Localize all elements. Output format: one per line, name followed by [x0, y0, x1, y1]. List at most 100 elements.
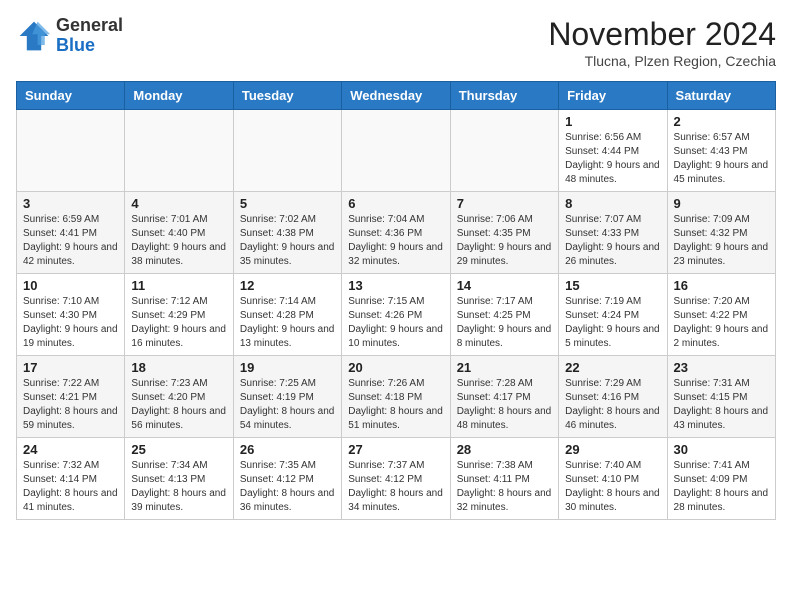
day-number: 22: [565, 360, 660, 375]
page-header: General Blue November 2024 Tlucna, Plzen…: [16, 16, 776, 69]
day-number: 17: [23, 360, 118, 375]
calendar-cell: 7 Sunrise: 7:06 AMSunset: 4:35 PMDaylight…: [450, 192, 558, 274]
calendar-cell: 25Sunrise: 7:34 AMSunset: 4:13 PMDayligh…: [125, 438, 233, 520]
day-info: Sunrise: 7:02 AMSunset: 4:38 PMDaylight:…: [240, 213, 335, 269]
calendar-week-1: 1 Sunrise: 6:56 AMSunset: 4:44 PMDaylight…: [17, 110, 776, 192]
day-info: Sunrise: 7:37 AMSunset: 4:12 PMDaylight:…: [348, 459, 443, 515]
day-info: Sunrise: 7:15 AMSunset: 4:26 PMDaylight:…: [348, 295, 443, 351]
logo-text: General Blue: [56, 16, 123, 56]
day-info: Sunrise: 6:59 AMSunset: 4:41 PMDaylight:…: [23, 213, 118, 269]
calendar-cell: [17, 110, 125, 192]
day-info: Sunrise: 7:06 AMSunset: 4:35 PMDaylight:…: [457, 213, 552, 269]
day-info: Sunrise: 7:41 AMSunset: 4:09 PMDaylight:…: [674, 459, 769, 515]
calendar-cell: 24 Sunrise: 7:32 AMSunset: 4:14 PMDayligh…: [17, 438, 125, 520]
calendar-cell: 9Sunrise: 7:09 AMSunset: 4:32 PMDaylight…: [667, 192, 775, 274]
calendar-cell: 5 Sunrise: 7:02 AMSunset: 4:38 PMDaylight…: [233, 192, 341, 274]
day-number: 25: [131, 442, 226, 457]
header-monday: Monday: [125, 82, 233, 110]
calendar-cell: 13 Sunrise: 7:15 AMSunset: 4:26 PMDayligh…: [342, 274, 450, 356]
calendar-cell: 26Sunrise: 7:35 AMSunset: 4:12 PMDayligh…: [233, 438, 341, 520]
day-info: Sunrise: 7:17 AMSunset: 4:25 PMDaylight:…: [457, 295, 552, 351]
calendar-cell: 6 Sunrise: 7:04 AMSunset: 4:36 PMDaylight…: [342, 192, 450, 274]
header-saturday: Saturday: [667, 82, 775, 110]
calendar-cell: 3 Sunrise: 6:59 AMSunset: 4:41 PMDaylight…: [17, 192, 125, 274]
day-info: Sunrise: 7:40 AMSunset: 4:10 PMDaylight:…: [565, 459, 660, 515]
day-info: Sunrise: 7:12 AMSunset: 4:29 PMDaylight:…: [131, 295, 226, 351]
calendar-week-2: 3 Sunrise: 6:59 AMSunset: 4:41 PMDaylight…: [17, 192, 776, 274]
calendar-table: Sunday Monday Tuesday Wednesday Thursday…: [16, 81, 776, 520]
day-number: 16: [674, 278, 769, 293]
day-number: 20: [348, 360, 443, 375]
calendar-cell: 14 Sunrise: 7:17 AMSunset: 4:25 PMDayligh…: [450, 274, 558, 356]
day-number: 19: [240, 360, 335, 375]
calendar-cell: [233, 110, 341, 192]
calendar-week-3: 10 Sunrise: 7:10 AMSunset: 4:30 PMDayligh…: [17, 274, 776, 356]
day-info: Sunrise: 7:07 AMSunset: 4:33 PMDaylight:…: [565, 213, 660, 269]
day-info: Sunrise: 7:26 AMSunset: 4:18 PMDaylight:…: [348, 377, 443, 433]
calendar-cell: 10 Sunrise: 7:10 AMSunset: 4:30 PMDayligh…: [17, 274, 125, 356]
calendar-cell: 16 Sunrise: 7:20 AMSunset: 4:22 PMDayligh…: [667, 274, 775, 356]
calendar-cell: 12 Sunrise: 7:14 AMSunset: 4:28 PMDayligh…: [233, 274, 341, 356]
day-number: 9: [674, 196, 769, 211]
calendar-cell: 23 Sunrise: 7:31 AMSunset: 4:15 PMDayligh…: [667, 356, 775, 438]
day-number: 5: [240, 196, 335, 211]
day-info: Sunrise: 6:56 AMSunset: 4:44 PMDaylight:…: [565, 131, 660, 187]
calendar-cell: 17 Sunrise: 7:22 AMSunset: 4:21 PMDayligh…: [17, 356, 125, 438]
day-info: Sunrise: 7:28 AMSunset: 4:17 PMDaylight:…: [457, 377, 552, 433]
day-number: 13: [348, 278, 443, 293]
day-number: 7: [457, 196, 552, 211]
day-info: Sunrise: 7:14 AMSunset: 4:28 PMDaylight:…: [240, 295, 335, 351]
logo-blue: Blue: [56, 36, 123, 56]
day-number: 27: [348, 442, 443, 457]
day-number: 23: [674, 360, 769, 375]
calendar-cell: [125, 110, 233, 192]
day-info: Sunrise: 7:20 AMSunset: 4:22 PMDaylight:…: [674, 295, 769, 351]
calendar-cell: 29 Sunrise: 7:40 AMSunset: 4:10 PMDayligh…: [559, 438, 667, 520]
calendar-subtitle: Tlucna, Plzen Region, Czechia: [548, 53, 776, 69]
day-info: Sunrise: 7:32 AMSunset: 4:14 PMDaylight:…: [23, 459, 118, 515]
day-number: 24: [23, 442, 118, 457]
day-info: Sunrise: 7:35 AMSunset: 4:12 PMDaylight:…: [240, 459, 335, 515]
day-info: Sunrise: 7:10 AMSunset: 4:30 PMDaylight:…: [23, 295, 118, 351]
day-number: 4: [131, 196, 226, 211]
day-number: 15: [565, 278, 660, 293]
day-info: Sunrise: 7:04 AMSunset: 4:36 PMDaylight:…: [348, 213, 443, 269]
calendar-cell: 27 Sunrise: 7:37 AMSunset: 4:12 PMDayligh…: [342, 438, 450, 520]
day-number: 3: [23, 196, 118, 211]
day-number: 8: [565, 196, 660, 211]
day-number: 2: [674, 114, 769, 129]
day-info: Sunrise: 7:22 AMSunset: 4:21 PMDaylight:…: [23, 377, 118, 433]
calendar-cell: 8 Sunrise: 7:07 AMSunset: 4:33 PMDaylight…: [559, 192, 667, 274]
day-info: Sunrise: 7:31 AMSunset: 4:15 PMDaylight:…: [674, 377, 769, 433]
calendar-cell: 22Sunrise: 7:29 AMSunset: 4:16 PMDayligh…: [559, 356, 667, 438]
day-number: 11: [131, 278, 226, 293]
header-tuesday: Tuesday: [233, 82, 341, 110]
day-number: 6: [348, 196, 443, 211]
header-thursday: Thursday: [450, 82, 558, 110]
day-number: 28: [457, 442, 552, 457]
calendar-cell: [450, 110, 558, 192]
day-number: 10: [23, 278, 118, 293]
calendar-week-5: 24 Sunrise: 7:32 AMSunset: 4:14 PMDayligh…: [17, 438, 776, 520]
day-info: Sunrise: 7:38 AMSunset: 4:11 PMDaylight:…: [457, 459, 552, 515]
day-info: Sunrise: 7:25 AMSunset: 4:19 PMDaylight:…: [240, 377, 335, 433]
day-number: 12: [240, 278, 335, 293]
calendar-cell: 21 Sunrise: 7:28 AMSunset: 4:17 PMDayligh…: [450, 356, 558, 438]
logo: General Blue: [16, 16, 123, 56]
calendar-cell: 20 Sunrise: 7:26 AMSunset: 4:18 PMDayligh…: [342, 356, 450, 438]
day-info: Sunrise: 7:23 AMSunset: 4:20 PMDaylight:…: [131, 377, 226, 433]
day-info: Sunrise: 7:01 AMSunset: 4:40 PMDaylight:…: [131, 213, 226, 269]
calendar-title: November 2024: [548, 16, 776, 53]
header-friday: Friday: [559, 82, 667, 110]
day-number: 1: [565, 114, 660, 129]
day-number: 30: [674, 442, 769, 457]
day-info: Sunrise: 7:19 AMSunset: 4:24 PMDaylight:…: [565, 295, 660, 351]
calendar-body: 1 Sunrise: 6:56 AMSunset: 4:44 PMDaylight…: [17, 110, 776, 520]
day-number: 29: [565, 442, 660, 457]
calendar-cell: 11 Sunrise: 7:12 AMSunset: 4:29 PMDayligh…: [125, 274, 233, 356]
day-number: 21: [457, 360, 552, 375]
logo-general: General: [56, 16, 123, 36]
calendar-cell: 28 Sunrise: 7:38 AMSunset: 4:11 PMDayligh…: [450, 438, 558, 520]
calendar-cell: 1 Sunrise: 6:56 AMSunset: 4:44 PMDaylight…: [559, 110, 667, 192]
day-number: 14: [457, 278, 552, 293]
